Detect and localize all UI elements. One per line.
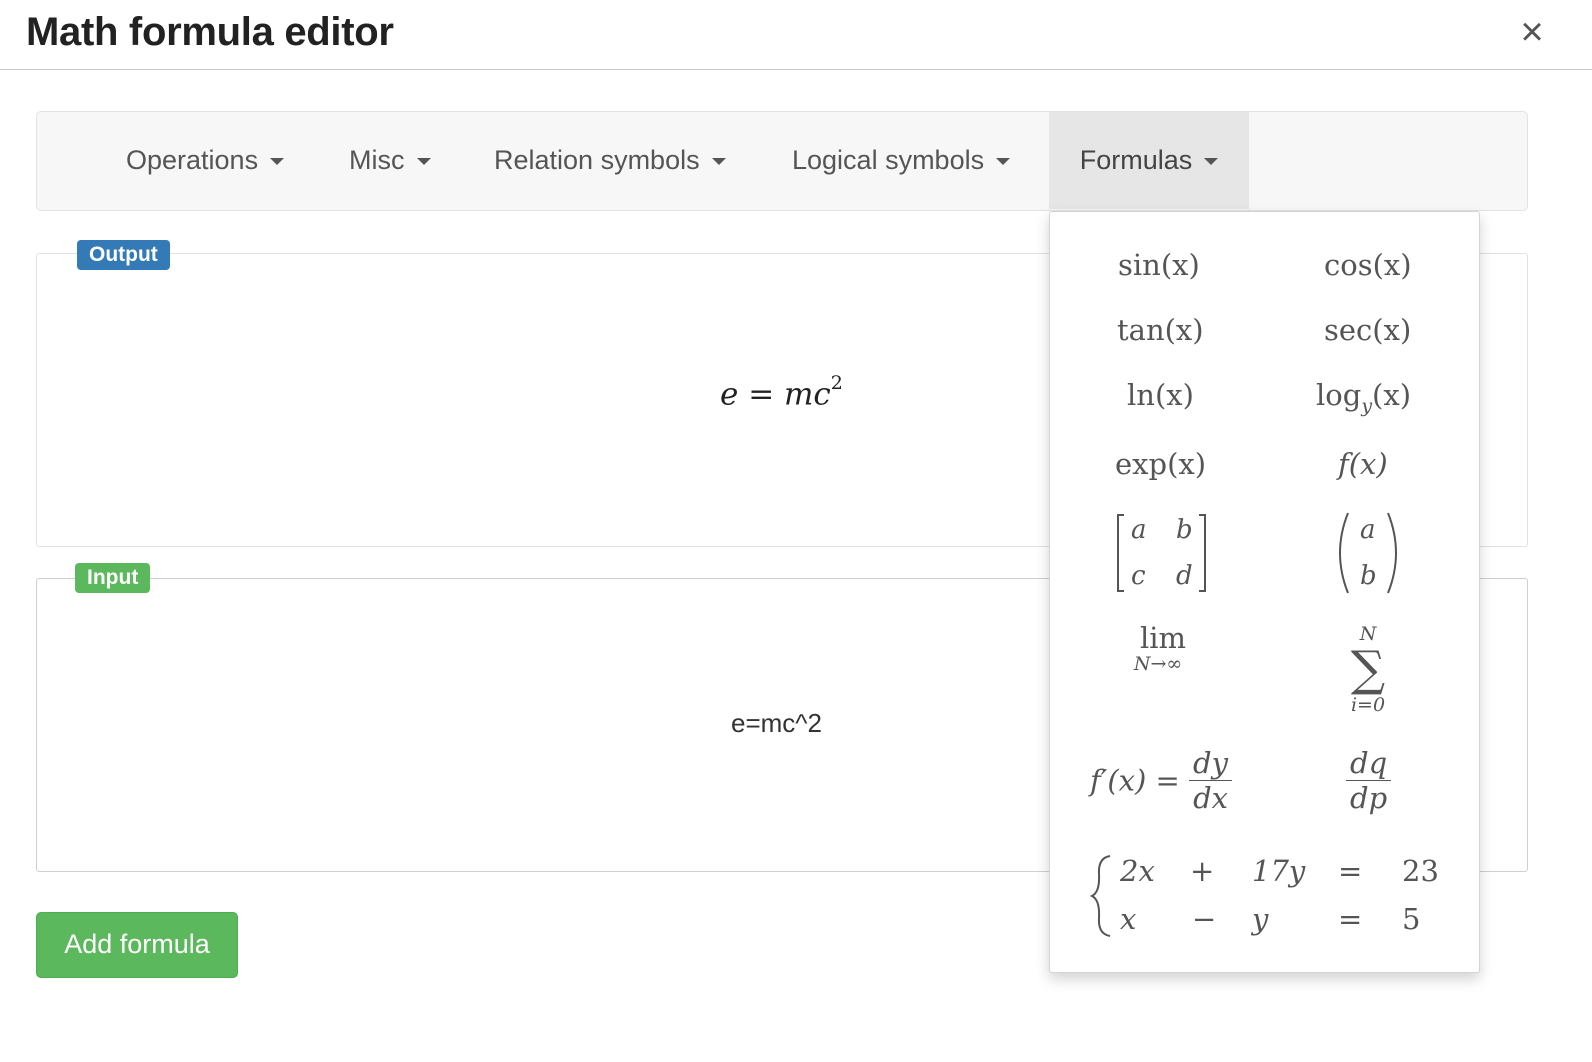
rendered-formula-exponent: 2 — [830, 372, 843, 394]
system-r2-c4: = — [1338, 902, 1363, 936]
system-r1-c2: + — [1190, 854, 1215, 888]
derivative-numerator: dy — [1189, 746, 1232, 781]
menu-misc-label: Misc — [349, 145, 405, 175]
add-formula-button[interactable]: Add formula — [36, 912, 238, 978]
formula-cos[interactable]: cos(x) — [1324, 248, 1412, 282]
matrix-b: b — [1176, 515, 1193, 545]
menu-operations-label: Operations — [126, 145, 259, 175]
menu-misc[interactable]: Misc — [349, 112, 431, 209]
rendered-formula-base: e = mc — [720, 376, 831, 413]
derivative-fraction: dy dx — [1189, 746, 1232, 815]
system-r1-c1: 2x — [1120, 854, 1155, 888]
formula-limit[interactable]: lim N→∞ — [1122, 622, 1204, 674]
fraction-numerator: dq — [1346, 746, 1392, 781]
system-r1-c5: 23 — [1402, 854, 1439, 888]
matrix-d: d — [1176, 561, 1193, 591]
limit-subscript: N→∞ — [1133, 653, 1183, 675]
system-r1-c3: 17y — [1252, 854, 1306, 888]
binomial-top: a — [1360, 515, 1376, 545]
system-r2-c3: y — [1252, 902, 1269, 936]
formula-fraction[interactable]: dq dp — [1346, 746, 1392, 815]
formula-sec[interactable]: sec(x) — [1324, 313, 1411, 347]
system-r2-c5: 5 — [1402, 902, 1421, 936]
menu-relation-symbols[interactable]: Relation symbols — [494, 112, 726, 209]
menu-logical-symbols-label: Logical symbols — [792, 145, 985, 175]
menu-formulas-label: Formulas — [1079, 145, 1193, 175]
formula-function[interactable]: f(x) — [1338, 447, 1388, 481]
caret-down-icon — [416, 158, 431, 166]
menu-formulas[interactable]: Formulas — [1049, 112, 1249, 209]
log-argument: (x) — [1372, 378, 1412, 412]
derivative-denominator: dx — [1193, 781, 1228, 815]
menu-logical-symbols[interactable]: Logical symbols — [792, 112, 1011, 209]
system-r1-c4: = — [1338, 854, 1363, 888]
derivative-lhs: f′(x) = — [1090, 763, 1180, 798]
binomial-bottom: b — [1360, 561, 1377, 591]
limit-operator: lim — [1139, 621, 1187, 655]
formula-sum[interactable]: N ∑ i=0 — [1338, 624, 1398, 716]
sum-lower: i=0 — [1350, 694, 1386, 716]
log-base: log — [1316, 378, 1362, 412]
matrix-c: c — [1131, 561, 1146, 591]
formula-binomial[interactable]: a b — [1334, 511, 1402, 595]
caret-down-icon — [270, 158, 285, 166]
close-icon[interactable]: × — [1512, 10, 1552, 54]
matrix-a: a — [1131, 515, 1147, 545]
sum-icon: ∑ — [1350, 641, 1386, 697]
formula-exp[interactable]: exp(x) — [1115, 447, 1206, 481]
menu-relation-symbols-label: Relation symbols — [494, 145, 700, 175]
formula-sin[interactable]: sin(x) — [1118, 248, 1200, 282]
formula-tan[interactable]: tan(x) — [1117, 313, 1204, 347]
system-r2-c1: x — [1120, 902, 1137, 936]
caret-down-icon — [1204, 158, 1219, 166]
fraction-denominator: dp — [1350, 781, 1388, 815]
formula-log[interactable]: logy(x) — [1316, 378, 1411, 417]
formula-matrix[interactable]: a b c d — [1114, 511, 1209, 595]
formula-toolbar: Operations Misc Relation symbols Logical… — [36, 111, 1528, 211]
brace-icon — [1090, 855, 1111, 937]
formula-derivative[interactable]: f′(x) = dy dx — [1090, 746, 1232, 815]
formula-ln[interactable]: ln(x) — [1127, 378, 1194, 412]
input-badge: Input — [75, 563, 151, 593]
caret-down-icon — [996, 158, 1011, 166]
formulas-dropdown: sin(x) cos(x) tan(x) sec(x) ln(x) logy(x… — [1049, 211, 1480, 973]
fraction: dq dp — [1346, 746, 1392, 815]
log-subscript: y — [1361, 394, 1373, 417]
menu-operations[interactable]: Operations — [126, 112, 285, 209]
matrix-brackets-icon — [1117, 514, 1206, 592]
output-badge: Output — [77, 240, 170, 270]
formula-equation-system[interactable]: 2x + 17y = 23 x − y = 5 — [1090, 850, 1440, 942]
dialog-header: Math formula editor × — [0, 0, 1592, 70]
rendered-formula: e = mc2 — [720, 372, 843, 413]
dialog-title: Math formula editor — [26, 10, 394, 54]
system-r2-c2: − — [1192, 902, 1217, 936]
formula-input-text[interactable]: e=mc^2 — [731, 708, 822, 739]
caret-down-icon — [711, 158, 726, 166]
